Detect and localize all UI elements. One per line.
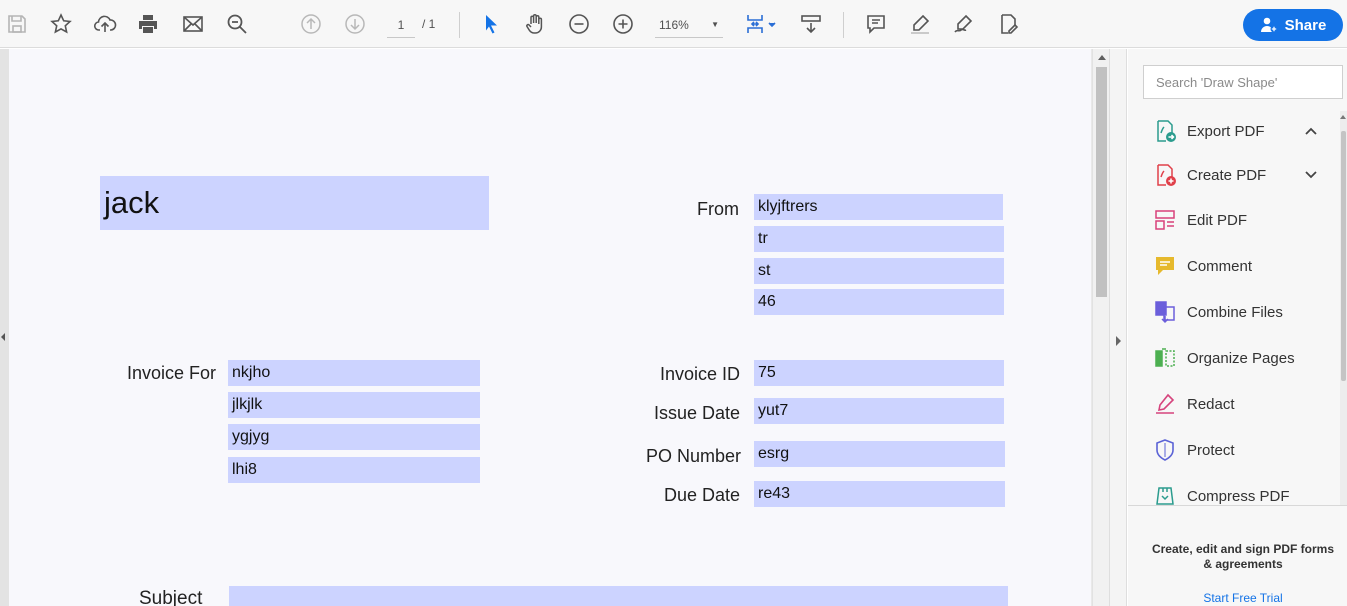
collapse-pane-icon [1116, 336, 1121, 346]
share-user-icon [1260, 17, 1278, 33]
issue-date-label: Issue Date [654, 403, 741, 423]
tool-redact[interactable]: Redact [1128, 384, 1340, 424]
zoom-out-icon[interactable] [565, 10, 593, 38]
tool-label: Edit PDF [1187, 211, 1248, 229]
left-panel-toggle[interactable] [0, 49, 9, 606]
from-label: From [697, 199, 739, 219]
start-trial-link[interactable]: Start Free Trial [1148, 591, 1338, 605]
zoom-value: 116% [659, 17, 689, 32]
protect-shield-icon [1153, 438, 1177, 462]
due-date-field[interactable]: re43 [754, 481, 1005, 507]
invoice-for-line-3[interactable]: ygjyg [228, 424, 480, 450]
next-page-icon[interactable] [341, 10, 369, 38]
document-scrollbar[interactable] [1092, 49, 1109, 606]
zoom-select[interactable]: 116% ▼ [655, 12, 723, 38]
print-icon[interactable] [134, 10, 162, 38]
comment-icon[interactable] [862, 10, 890, 38]
tools-scrollbar[interactable] [1340, 111, 1347, 505]
page-number-input[interactable] [387, 12, 415, 38]
upload-cloud-icon[interactable] [91, 10, 119, 38]
invoice-for-line-1[interactable]: nkjho [228, 360, 480, 386]
organize-pages-icon [1153, 346, 1177, 370]
chevron-down-icon: ▼ [711, 20, 719, 29]
chevron-down-icon[interactable] [1304, 168, 1318, 182]
tools-list: Export PDF Create PDF Edit PDF Comment C… [1128, 111, 1340, 505]
header-name-field[interactable]: jack [100, 176, 489, 230]
tools-search-input[interactable] [1143, 65, 1343, 99]
invoice-id-field[interactable]: 75 [754, 360, 1004, 386]
promo-panel: Create, edit and sign PDF forms & agreem… [1128, 505, 1347, 606]
chevron-up-icon[interactable] [1304, 124, 1318, 138]
tool-organize-pages[interactable]: Organize Pages [1128, 338, 1340, 378]
tool-export-pdf[interactable]: Export PDF [1128, 111, 1340, 151]
invoice-for-line-4[interactable]: lhi8 [228, 457, 480, 483]
create-pdf-icon [1153, 163, 1177, 187]
tool-create-pdf[interactable]: Create PDF [1128, 155, 1340, 195]
tool-label: Redact [1187, 395, 1235, 413]
subject-field[interactable] [229, 586, 1008, 606]
tool-label: Organize Pages [1187, 349, 1295, 367]
scroll-up-icon[interactable] [1098, 55, 1106, 60]
highlight-pen-icon[interactable] [906, 10, 934, 38]
scrollbar-thumb[interactable] [1096, 67, 1107, 297]
select-cursor-icon[interactable] [477, 10, 505, 38]
comment-tool-icon [1153, 254, 1177, 278]
tool-label: Combine Files [1187, 303, 1283, 321]
sign-icon[interactable] [950, 10, 978, 38]
from-line-3[interactable]: st [754, 258, 1004, 284]
save-icon[interactable] [3, 10, 31, 38]
tools-pane: Export PDF Create PDF Edit PDF Comment [1128, 49, 1347, 606]
invoice-for-label: Invoice For [127, 363, 217, 383]
issue-date-field[interactable]: yut7 [754, 398, 1004, 424]
po-number-label: PO Number [646, 446, 742, 466]
promo-text: Create, edit and sign PDF forms & agreem… [1151, 542, 1335, 571]
tool-comment[interactable]: Comment [1128, 246, 1340, 286]
tool-label: Comment [1187, 257, 1253, 275]
bookmark-star-icon[interactable] [47, 10, 75, 38]
main-toolbar: / 1 116% ▼ Share [0, 0, 1347, 48]
share-label: Share [1284, 16, 1327, 34]
previous-page-icon[interactable] [297, 10, 325, 38]
tool-compress-pdf[interactable]: Compress PDF [1128, 476, 1340, 505]
email-icon[interactable] [179, 10, 207, 38]
invoice-id-label: Invoice ID [660, 364, 741, 384]
toolbar-divider [459, 12, 460, 38]
edit-pdf-icon [1153, 208, 1177, 232]
scroll-mode-icon[interactable] [797, 10, 825, 38]
tool-label: Compress PDF [1187, 487, 1290, 505]
page-total: / 1 [422, 17, 436, 31]
from-line-1[interactable]: klyjftrers [754, 194, 1003, 220]
toolbar-divider [843, 12, 844, 38]
find-zoom-icon[interactable] [223, 10, 251, 38]
fill-edit-icon[interactable] [994, 10, 1022, 38]
tool-label: Create PDF [1187, 166, 1267, 184]
tool-label: Export PDF [1187, 122, 1265, 140]
combine-files-icon [1153, 300, 1177, 324]
compress-pdf-icon [1153, 484, 1177, 505]
subject-label: Subject [139, 588, 203, 606]
po-number-field[interactable]: esrg [754, 441, 1005, 467]
tool-label: Protect [1187, 441, 1235, 459]
expand-left-icon [1, 333, 5, 341]
from-line-4[interactable]: 46 [754, 289, 1004, 315]
zoom-in-icon[interactable] [609, 10, 637, 38]
pdf-page: jack From klyjftrers tr st 46 Invoice Fo… [9, 49, 1091, 606]
tool-combine-files[interactable]: Combine Files [1128, 292, 1340, 332]
document-viewer: jack From klyjftrers tr st 46 Invoice Fo… [0, 49, 1092, 606]
due-date-label: Due Date [664, 485, 741, 505]
tool-protect[interactable]: Protect [1128, 430, 1340, 470]
pane-collapse-handle[interactable] [1109, 49, 1127, 606]
invoice-for-line-2[interactable]: jlkjlk [228, 392, 480, 418]
share-button[interactable]: Share [1243, 9, 1343, 41]
tool-edit-pdf[interactable]: Edit PDF [1128, 200, 1340, 240]
fit-page-icon[interactable] [740, 10, 780, 38]
export-pdf-icon [1153, 119, 1177, 143]
scroll-up-icon[interactable] [1340, 115, 1346, 119]
scrollbar-thumb[interactable] [1341, 131, 1346, 381]
redact-icon [1153, 392, 1177, 416]
hand-tool-icon[interactable] [521, 10, 549, 38]
from-line-2[interactable]: tr [754, 226, 1004, 252]
